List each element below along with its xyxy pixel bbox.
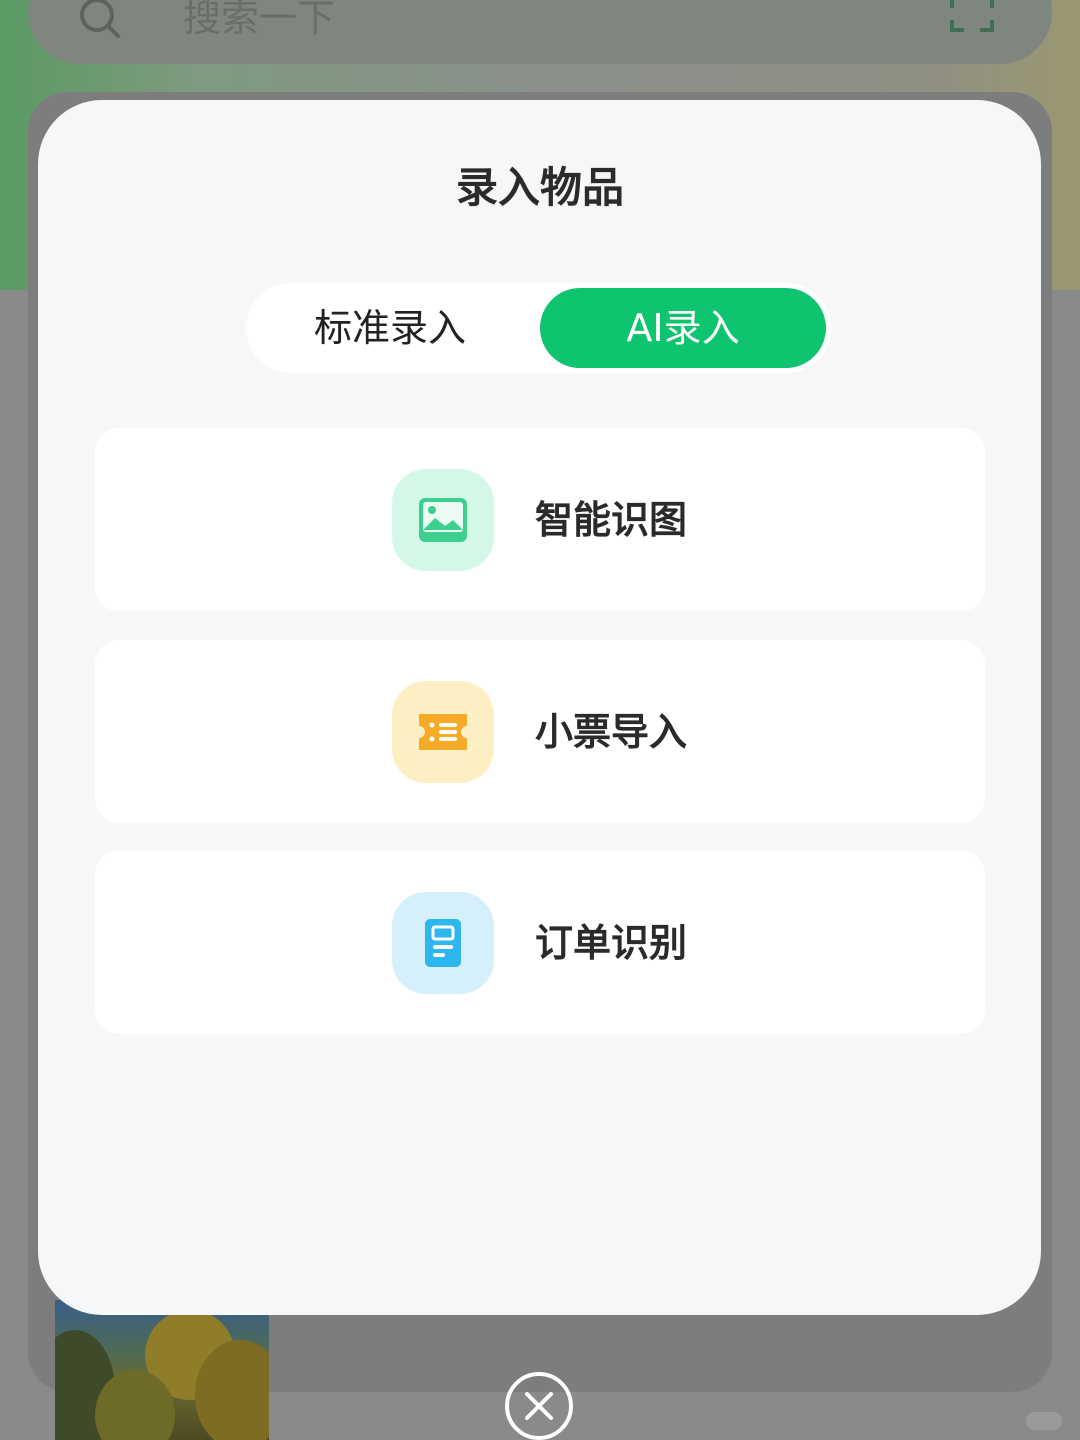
option-order-recognition[interactable]: 订单识别 [95,851,985,1034]
option-smart-image[interactable]: 智能识图 [95,428,985,611]
close-icon [525,1392,553,1420]
option-label-smart-image: 智能识图 [535,498,688,542]
tab-standard-entry[interactable]: 标准录入 [246,288,534,368]
screen: 搜索一下 录入物品 标准录入 AI录入 智能识图 小票导入 订单识别 [0,0,1080,1440]
scan-icon [950,0,994,32]
entry-mode-switch: 标准录入 AI录入 [246,283,832,373]
receipt-icon [392,681,494,783]
option-receipt-import[interactable]: 小票导入 [95,640,985,823]
search-placeholder: 搜索一下 [183,0,336,40]
tab-ai-entry[interactable]: AI录入 [540,288,826,368]
close-button[interactable] [505,1372,573,1440]
option-label-receipt-import: 小票导入 [535,710,688,754]
modal-title: 录入物品 [455,163,624,212]
background-search-bar: 搜索一下 [28,0,1052,64]
search-icon [80,0,120,38]
document-icon [392,892,494,994]
watermark [1026,1412,1062,1430]
background-photo [55,1300,269,1440]
option-label-order-recognition: 订单识别 [535,921,688,965]
image-icon [392,469,494,571]
